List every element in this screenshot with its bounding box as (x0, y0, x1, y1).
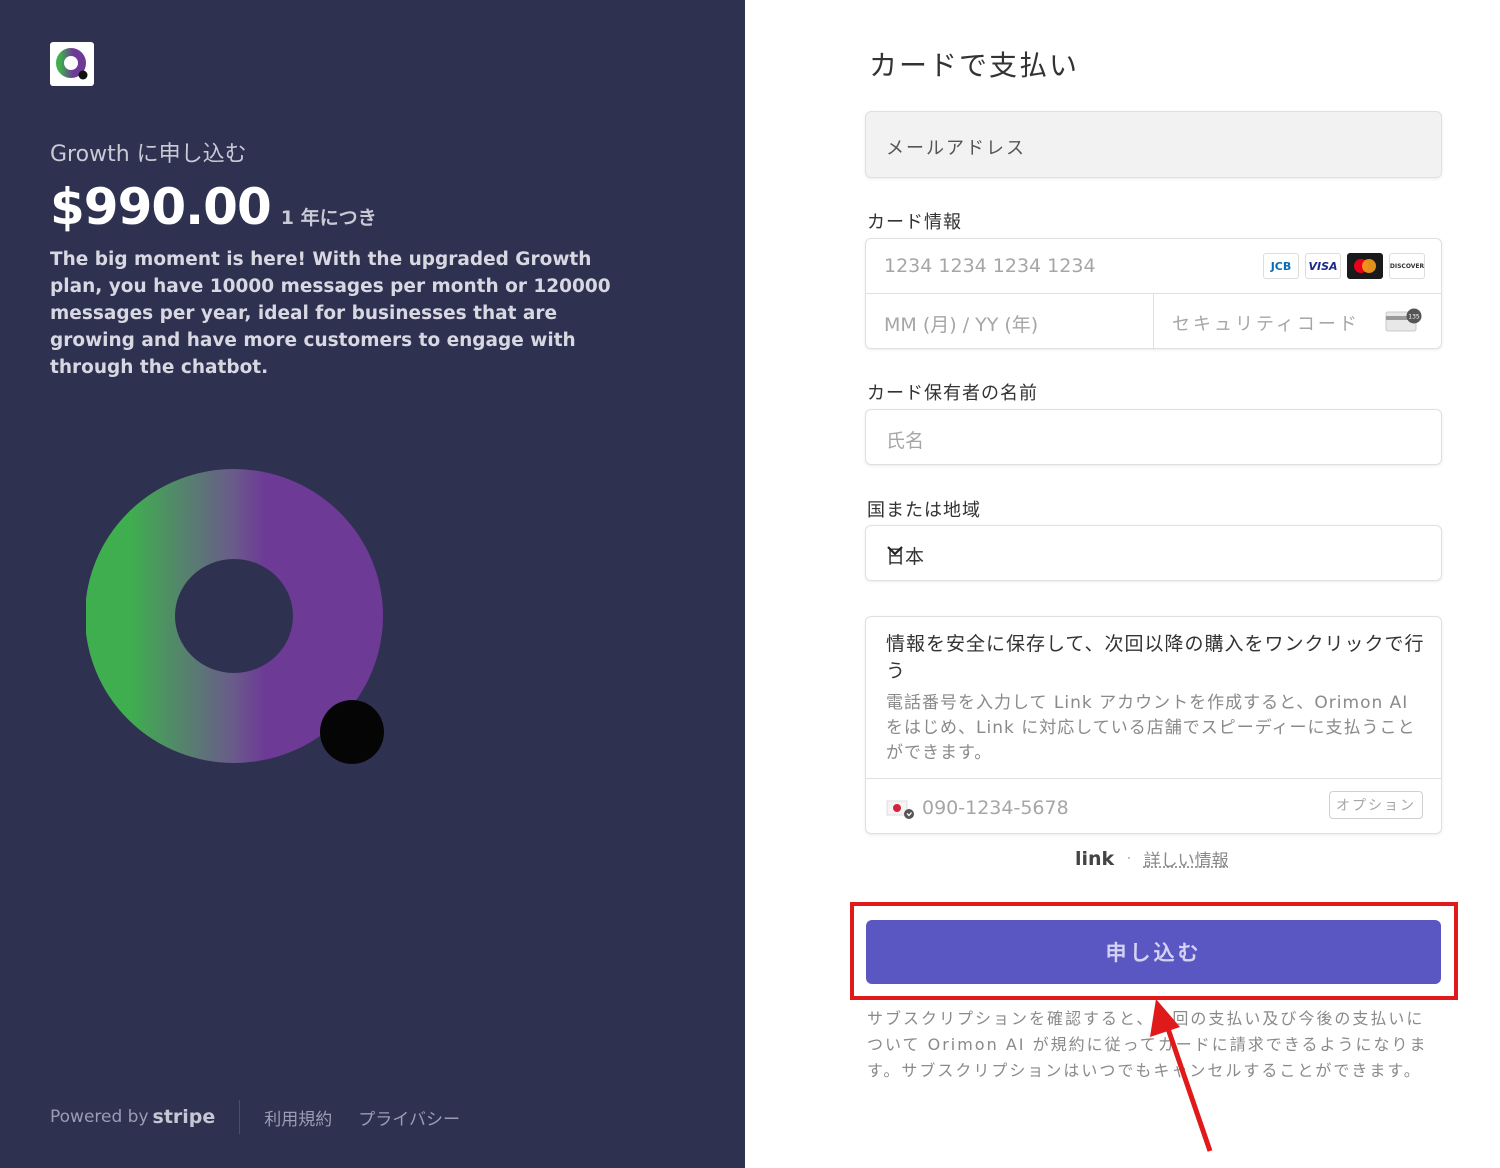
red-arrow-annotation (1140, 995, 1220, 1159)
chevron-down-icon (886, 542, 1425, 565)
country-label: 国または地域 (867, 500, 981, 521)
card-number-placeholder: 1234 1234 1234 1234 (884, 255, 1096, 277)
stripe-logo[interactable]: stripe (153, 1106, 216, 1128)
cardholder-name-label: カード保有者の名前 (867, 383, 1038, 404)
jcb-icon: JCB (1263, 253, 1299, 279)
link-info-row: link · 詳しい情報 (1075, 846, 1229, 872)
billing-period: 1 年につき (280, 207, 377, 229)
mastercard-icon (1347, 253, 1383, 279)
footer-divider (239, 1100, 241, 1134)
country-select[interactable]: 日本 (865, 525, 1442, 581)
price: $990.00 (50, 178, 272, 236)
footer: Powered by stripe 利用規約 プライバシー (50, 1100, 486, 1134)
link-box-divider (866, 778, 1441, 779)
link-save-box: 情報を安全に保存して、次回以降の購入をワンクリックで行う 電話番号を入力して L… (865, 616, 1442, 834)
link-logo: link (1075, 847, 1115, 870)
optional-badge: オプション (1329, 791, 1423, 819)
order-summary-panel: Growth に申し込む $990.00 1 年につき The big mome… (0, 0, 745, 1168)
cvc-field[interactable]: セキュリティコード (1172, 310, 1360, 336)
card-field-divider (1153, 294, 1154, 350)
link-separator-dot: · (1126, 848, 1132, 869)
payment-title: カードで支払い (869, 49, 1080, 82)
product-description: The big moment is here! With the upgrade… (50, 249, 611, 378)
highlight-box (850, 902, 1458, 1000)
email-placeholder: メールアドレス (886, 138, 1026, 159)
product-hero-image (85, 468, 386, 772)
cardholder-name-field[interactable]: 氏名 (865, 409, 1442, 465)
expiry-field[interactable]: MM (月) / YY (年) (884, 310, 1038, 337)
price-row: $990.00 1 年につき (50, 178, 377, 236)
link-learn-more[interactable]: 詳しい情報 (1144, 846, 1229, 871)
card-info-group: 1234 1234 1234 1234 JCB VISA DISCOVER MM… (865, 238, 1442, 350)
phone-input[interactable]: 090-1234-5678 (922, 797, 1069, 819)
email-field[interactable]: メールアドレス (865, 111, 1442, 178)
discover-icon: DISCOVER (1389, 253, 1425, 279)
link-save-title: 情報を安全に保存して、次回以降の購入をワンクリックで行う (886, 633, 1425, 682)
card-brands: JCB VISA DISCOVER (1263, 253, 1425, 279)
payment-panel: カードで支払い メールアドレス カード情報 1234 1234 1234 123… (745, 0, 1500, 1168)
privacy-link[interactable]: プライバシー (358, 1105, 460, 1130)
visa-icon: VISA (1305, 253, 1341, 279)
cvc-card-icon: 135 (1385, 307, 1423, 337)
cardholder-name-placeholder: 氏名 (886, 430, 925, 452)
cvc-icon-text: 135 (1408, 314, 1420, 321)
powered-by-label: Powered by (50, 1107, 149, 1127)
product-label: Growth に申し込む (50, 142, 247, 167)
link-save-description: 電話番号を入力して Link アカウントを作成すると、Orimon AI をはじ… (886, 693, 1416, 763)
card-number-field[interactable]: 1234 1234 1234 1234 JCB VISA DISCOVER (866, 239, 1441, 294)
card-info-label: カード情報 (867, 212, 962, 233)
terms-link[interactable]: 利用規約 (264, 1105, 332, 1130)
japan-flag-icon[interactable] (886, 799, 916, 825)
orimon-logo-icon[interactable] (50, 42, 94, 86)
